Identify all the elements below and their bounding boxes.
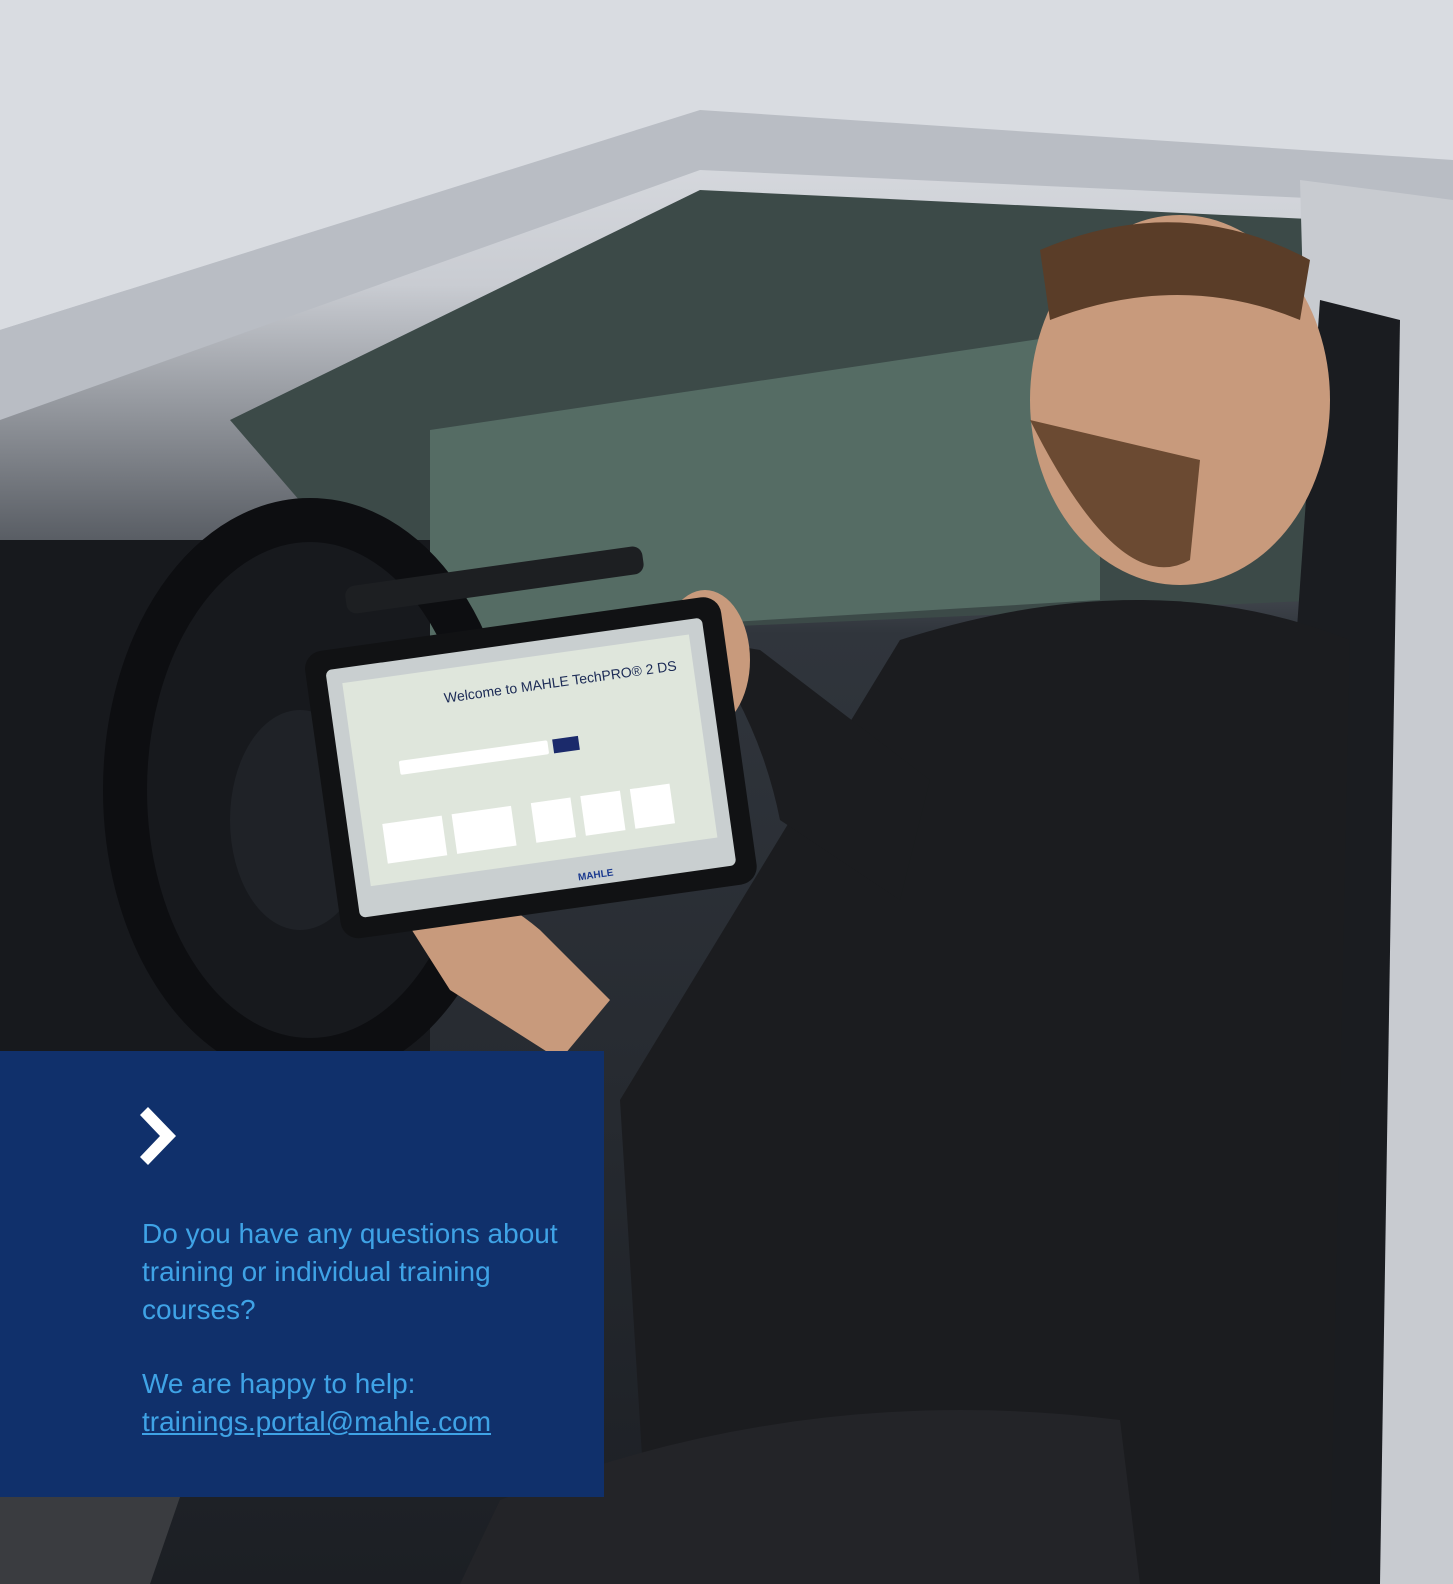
training-question: Do you have any questions about training…	[142, 1218, 558, 1325]
email-link[interactable]: trainings.portal@mahle.com	[142, 1406, 491, 1437]
chevron-right-icon	[140, 1107, 176, 1165]
contact-text: Do you have any questions about training…	[142, 1215, 582, 1441]
help-text: We are happy to help:	[142, 1368, 416, 1399]
contact-panel: Do you have any questions about training…	[0, 1051, 604, 1497]
